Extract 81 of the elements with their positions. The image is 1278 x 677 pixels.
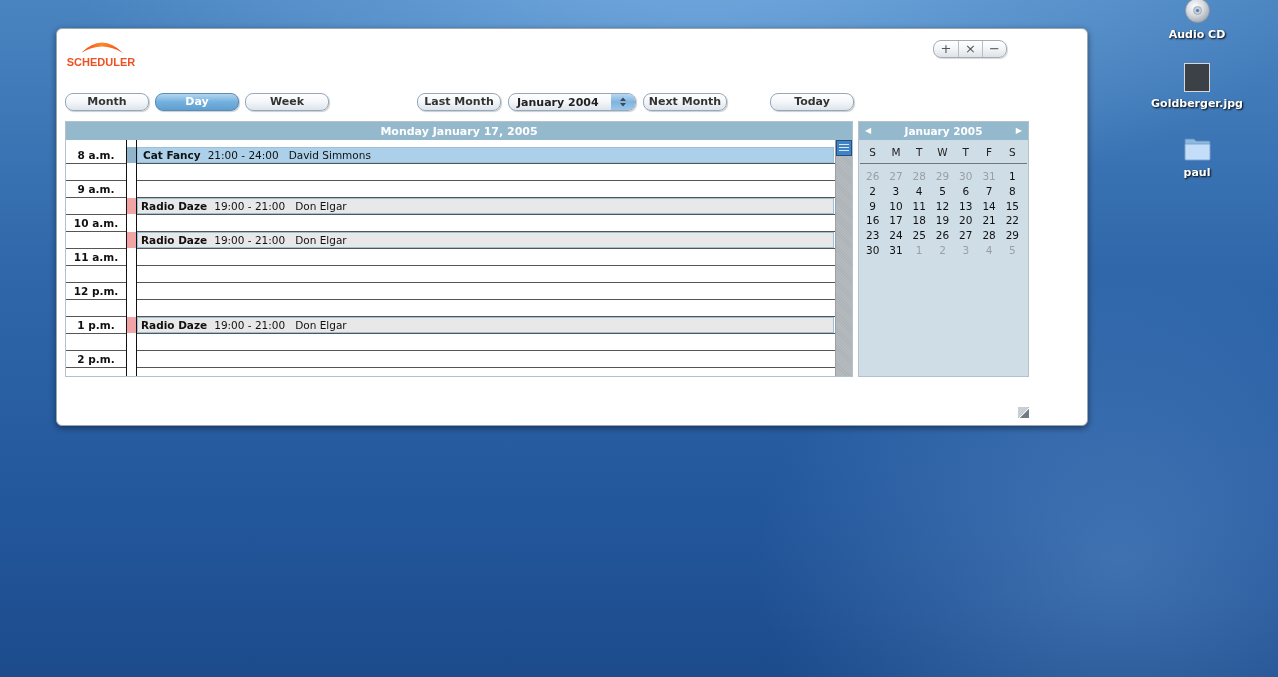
weekday-label: S [1008,146,1017,159]
event-time: 19:00 - 21:00 [214,234,286,246]
event-block[interactable]: Cat Fancy 21:00 - 24:00 David Simmons [137,147,834,163]
photo-placeholder[interactable] [1184,63,1210,92]
calendar-day[interactable]: 4 [907,183,931,199]
calendar-day[interactable]: 28 [977,228,1001,243]
calendar-day[interactable]: 19 [930,213,955,229]
calendar-day[interactable]: 22 [1000,213,1024,229]
event-host: Don Elgar [295,234,347,246]
weekday-label: S [868,146,877,159]
calendar-day[interactable]: 16 [861,213,885,229]
event-block[interactable]: Radio Daze 19:00 - 21:00 Don Elgar [137,317,834,333]
calendar-day[interactable]: 17 [884,213,908,229]
event-title: Cat Fancy [143,149,201,161]
event-host: Don Elgar [295,200,347,212]
time-label: 1 p.m. [66,317,126,334]
calendar-month-title: January 2005 [904,125,983,137]
calendar-day[interactable]: 12 [930,198,955,214]
close-button[interactable]: × [958,41,982,57]
calendar-day[interactable]: 11 [907,198,931,214]
calendar-day[interactable]: 8 [1000,183,1024,199]
event-block[interactable]: Radio Daze 19:00 - 21:00 Don Elgar [137,198,834,214]
last-month-button[interactable]: Last Month [417,93,501,111]
view-tab[interactable]: Week [245,93,329,111]
calendar-day[interactable]: 7 [977,183,1001,199]
icon-label: paul [1183,166,1211,179]
calendar-day[interactable]: 26 [930,228,955,243]
stepper-icon [611,94,635,110]
plus-button[interactable]: + [934,41,958,57]
calendar-day[interactable]: 25 [907,228,931,243]
event-title: Radio Daze [141,234,208,246]
time-label: 8 a.m. [66,147,126,164]
time-label: 9 a.m. [66,181,126,198]
calendar-day[interactable]: 6 [954,183,978,199]
weekday-label: T [961,146,970,159]
calendar-day[interactable]: 30 [861,243,885,258]
weekday-label: F [985,146,994,159]
scrollbar-thumb[interactable] [836,140,852,156]
event-host: David Simmons [288,149,371,161]
calendar-day[interactable]: 9 [861,198,885,214]
resize-grip-icon[interactable] [1018,407,1029,418]
time-label: 2 p.m. [66,351,126,368]
calendar-day[interactable]: 2 [861,183,885,199]
event-title: Radio Daze [141,319,208,331]
month-select[interactable]: January 2004 [508,93,636,111]
weekday-label: M [890,146,902,159]
calendar-day[interactable]: 24 [884,228,908,243]
weekday-label: T [915,146,924,159]
calendar-day[interactable]: 14 [977,198,1001,214]
calendar-day[interactable]: 27 [954,228,978,243]
time-label: 11 a.m. [66,249,126,266]
calendar-day[interactable]: 20 [954,213,978,229]
scrollbar[interactable] [835,140,852,376]
today-button[interactable]: Today [770,93,854,111]
icon-label: Audio CD [1168,28,1226,41]
time-label: 10 a.m. [66,215,126,232]
event-host: Don Elgar [295,319,347,331]
minus-button[interactable]: − [982,41,1006,57]
event-time: 19:00 - 21:00 [214,200,286,212]
view-tab[interactable]: Month [65,93,149,111]
event-time: 19:00 - 21:00 [214,319,286,331]
next-month-button[interactable]: Next Month [643,93,727,111]
time-label: 12 p.m. [66,283,126,300]
icon-label: Goldberger.jpg [1151,97,1243,110]
calendar-day[interactable]: 1 [1000,169,1024,184]
calendar-day[interactable]: 18 [907,213,931,229]
calendar-day[interactable]: 10 [884,198,908,214]
weekday-label: W [936,146,949,159]
calendar-day[interactable]: 29 [1000,228,1024,243]
calendar-day[interactable]: 23 [861,228,885,243]
event-title: Radio Daze [141,200,208,212]
calendar-day[interactable]: 3 [884,183,908,199]
day-title: Monday January 17, 2005 [380,124,538,138]
calendar-day[interactable]: 21 [977,213,1001,229]
calendar-day[interactable]: 5 [930,183,955,199]
calendar-day[interactable]: 31 [884,243,908,258]
event-block[interactable]: Radio Daze 19:00 - 21:00 Don Elgar [137,232,834,248]
event-time: 21:00 - 24:00 [207,149,279,161]
logo-text: SCHEDULER [66,56,136,68]
calendar-day[interactable]: 15 [1000,198,1024,214]
calendar-day[interactable]: 13 [954,198,978,214]
